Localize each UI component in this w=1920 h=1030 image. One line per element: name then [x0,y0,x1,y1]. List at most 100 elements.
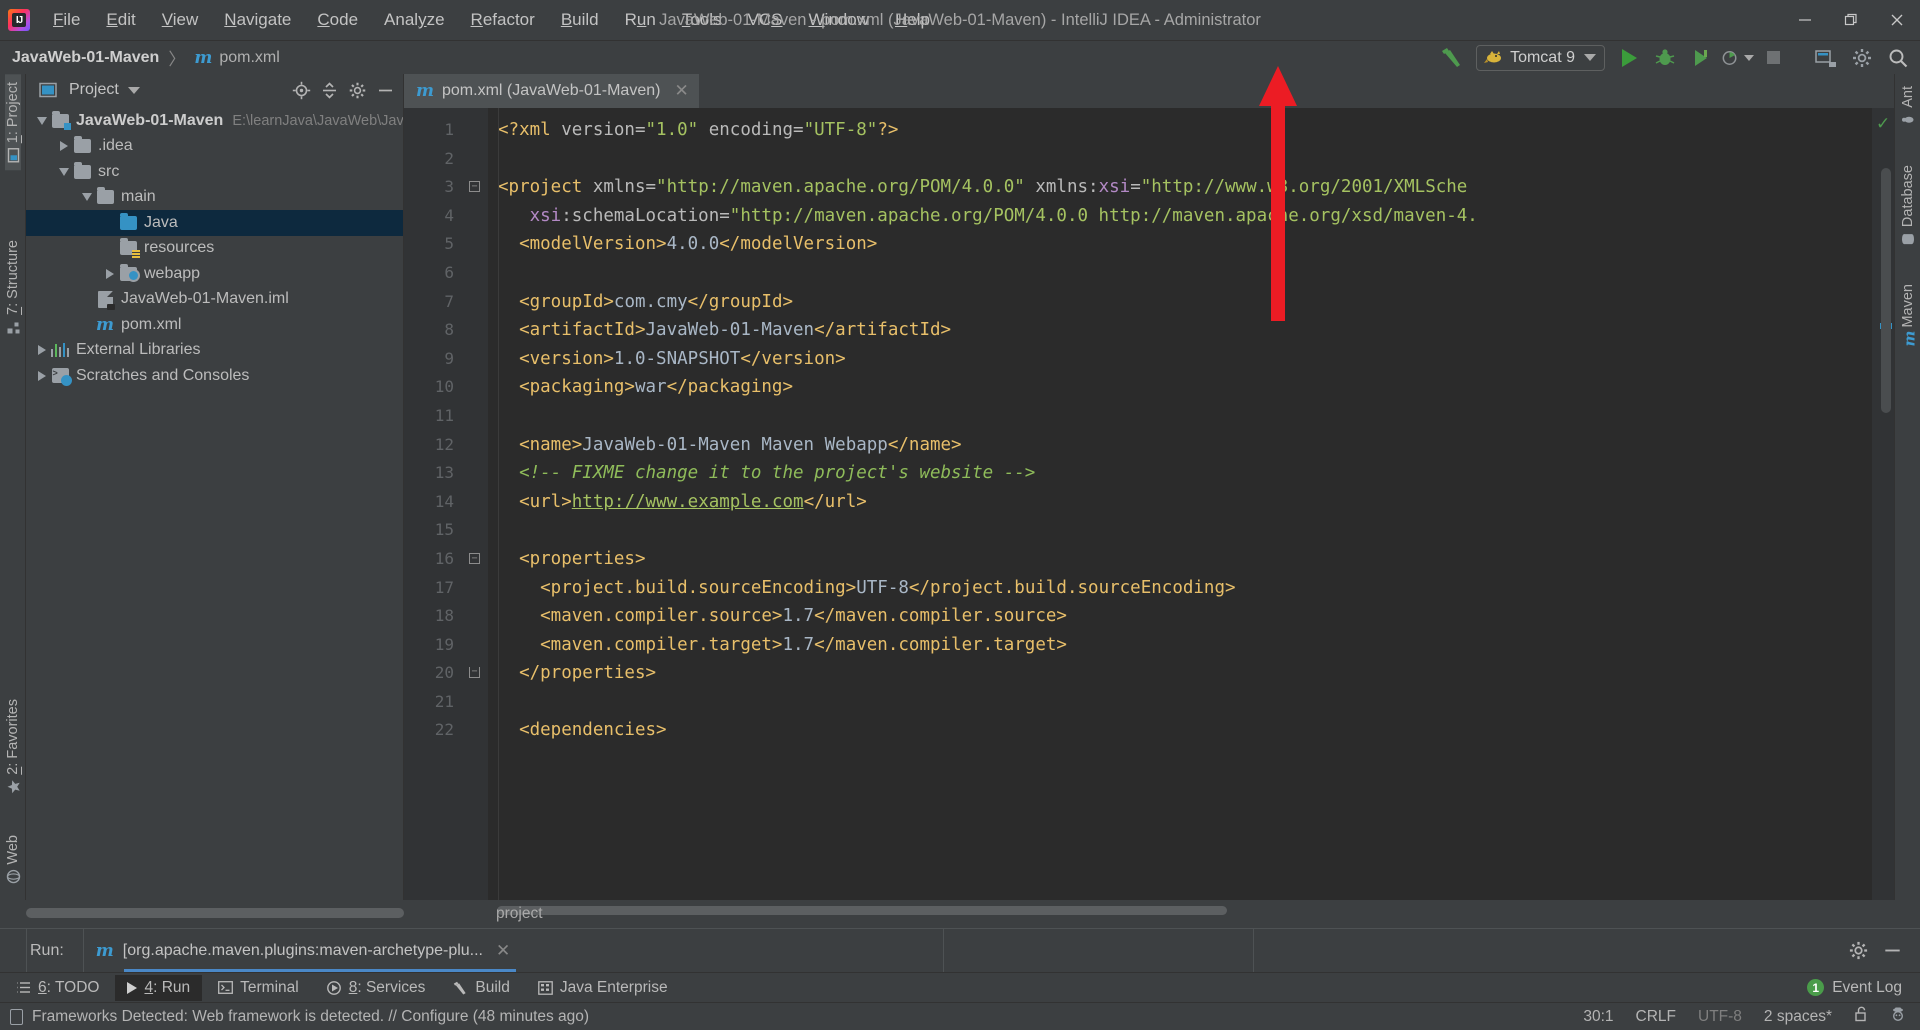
indent-setting[interactable]: 2 spaces* [1764,1008,1832,1026]
chevron-down-icon[interactable] [127,86,140,94]
ant-icon [1900,113,1915,127]
tool-window-java-enterprise[interactable]: Java Enterprise [526,975,680,1001]
event-log-button[interactable]: 1 Event Log [1807,979,1920,997]
run-icon [127,981,138,994]
tree-node-java[interactable]: Java [26,210,403,236]
editor-tab-pom-xml[interactable]: m pom.xml (JavaWeb-01-Maven) ✕ [404,74,699,108]
project-view-icon [36,78,60,102]
status-message[interactable]: Frameworks Detected: Web framework is de… [32,1008,589,1026]
code-token-tag: </packaging> [666,377,794,398]
tree-node-javaweb-01-maven[interactable]: JavaWeb-01-Maven E:\learnJava\JavaWeb\Ja… [26,108,403,134]
expand-arrow-icon[interactable] [34,363,50,389]
sidebar-item-database[interactable]: Database [1900,157,1916,254]
expand-arrow-icon[interactable] [34,108,50,134]
code-text[interactable]: <?xml version="1.0" encoding="UTF-8"?> <… [488,108,1872,900]
code-token-ns: xsi [1098,177,1131,198]
tool-window-todo[interactable]: 6: TODO [4,975,111,1001]
inspection-status-icon[interactable]: ✓ [1876,114,1890,134]
menu-run[interactable]: Run [612,0,669,40]
sidebar-item-structure[interactable]: 7: Structure [5,232,21,342]
run-with-coverage-button[interactable] [1684,43,1718,73]
code-token-link[interactable]: http://www.example.com [572,492,804,512]
line-number: 22 [434,720,454,740]
sidebar-item-web[interactable]: Web [5,827,21,892]
menu-build-label: Build [560,10,599,29]
fold-toggle-icon[interactable]: − [469,667,480,679]
menu-refactor[interactable]: Refactor [458,0,548,40]
maximize-button[interactable] [1828,0,1874,40]
profiler-button[interactable] [1720,43,1754,73]
menu-code[interactable]: Code [304,0,371,40]
run-tab-maven-archetype[interactable]: m [org.apache.maven.plugins:maven-archet… [96,929,517,972]
menu-tools[interactable]: Tools [669,0,735,40]
tree-node-webapp[interactable]: webapp [26,261,403,287]
breadcrumb-file[interactable]: pom.xml [219,49,279,67]
title-bar: IJ File Edit View Navigate Code Analyze … [0,0,1920,40]
menu-build[interactable]: Build [548,0,612,40]
locate-icon[interactable] [289,78,313,102]
menu-navigate[interactable]: Navigate [211,0,304,40]
gear-icon[interactable] [345,78,369,102]
menu-edit[interactable]: Edit [93,0,148,40]
close-icon[interactable]: ✕ [674,81,688,101]
menu-window[interactable]: Window [796,0,882,40]
tree-node-src[interactable]: src [26,159,403,185]
menu-help[interactable]: Help [882,0,943,40]
fold-toggle-icon[interactable]: − [469,181,480,193]
project-panel-scrollbar[interactable] [26,908,404,918]
indent-guide [498,108,499,900]
run-button[interactable] [1612,43,1646,73]
collapse-all-icon[interactable] [317,78,341,102]
caret-position[interactable]: 30:1 [1583,1008,1613,1026]
breadcrumb-project[interactable]: JavaWeb-01-Maven [12,49,159,67]
scrollbar-thumb[interactable] [1881,168,1891,413]
sidebar-item-ant[interactable]: Ant [1900,78,1916,135]
hide-icon[interactable] [1880,939,1904,963]
editor-horizontal-scrollbar[interactable] [497,906,1227,915]
tool-window-services[interactable]: 8: Services [315,975,438,1001]
file-encoding[interactable]: UTF-8 [1698,1008,1742,1026]
tool-window-run[interactable]: 4: Run [115,974,203,1001]
fold-toggle-icon[interactable]: − [469,552,480,564]
tree-node-resources[interactable]: resources [26,236,403,262]
expand-arrow-icon[interactable] [56,159,72,185]
run-configuration-selector[interactable]: Tomcat 9 [1476,44,1605,71]
sidebar-item-project[interactable]: 1: Project [4,74,21,171]
tree-node-main[interactable]: main [26,185,403,211]
expand-arrow-icon[interactable] [56,134,72,160]
minimize-button[interactable] [1782,0,1828,40]
tree-node-idea[interactable]: .idea [26,134,403,160]
close-button[interactable] [1874,0,1920,40]
status-message-area[interactable]: Frameworks Detected: Web framework is de… [10,1008,589,1026]
settings-button[interactable] [1845,43,1879,73]
gear-icon[interactable] [1846,939,1870,963]
hector-icon[interactable] [1890,1006,1906,1028]
build-project-button[interactable] [1435,43,1469,73]
menu-analyze[interactable]: Analyze [371,0,458,40]
update-running-application-button[interactable] [1809,43,1843,73]
unlocked-icon[interactable] [1854,1006,1868,1027]
close-icon[interactable]: ✕ [496,941,510,961]
hide-icon[interactable] [373,78,397,102]
menu-vcs[interactable]: VCS [735,0,796,40]
editor-scrollbar[interactable]: ✓ [1872,108,1894,900]
expand-arrow-icon[interactable] [34,338,50,364]
tool-window-build[interactable]: Build [441,975,521,1001]
stop-button[interactable] [1756,43,1790,73]
editor-breadcrumb-project[interactable]: project [496,905,543,923]
sidebar-item-maven[interactable]: m Maven [1900,276,1919,355]
menu-view[interactable]: View [149,0,212,40]
tree-node-external-libraries[interactable]: External Libraries [26,338,403,364]
expand-arrow-icon[interactable] [102,261,118,287]
tree-node-scratches[interactable]: > Scratches and Consoles [26,363,403,389]
line-separator[interactable]: CRLF [1636,1008,1676,1026]
tree-node-pom[interactable]: m pom.xml [26,312,403,338]
tree-node-iml[interactable]: JavaWeb-01-Maven.iml [26,287,403,313]
tool-window-terminal[interactable]: Terminal [206,975,311,1001]
menu-file[interactable]: File [40,0,93,40]
expand-arrow-icon[interactable] [79,185,95,211]
sidebar-item-favorites[interactable]: 2: Favorites [5,691,21,802]
debug-button[interactable] [1648,43,1682,73]
search-everywhere-button[interactable] [1881,43,1915,73]
code-token-txt: JavaWeb-01-Maven Maven Webapp [582,434,888,455]
